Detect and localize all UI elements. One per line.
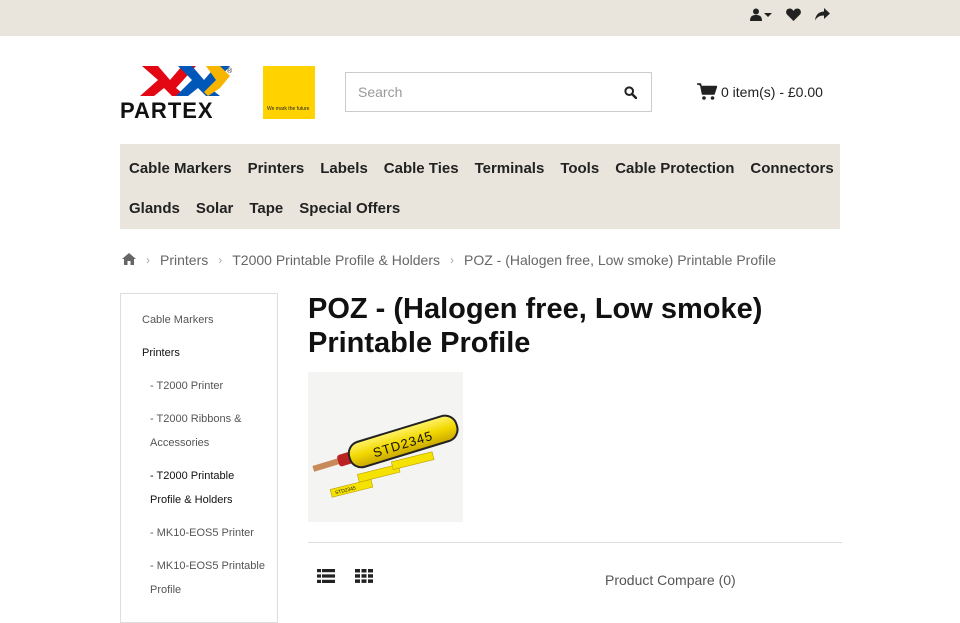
menu-item-printers[interactable]: Printers [248, 160, 305, 177]
sidebar-item-printers[interactable]: Printers [142, 341, 267, 365]
wishlist-link[interactable] [786, 8, 801, 21]
main-menu: Cable Markers Printers Labels Cable Ties… [120, 144, 840, 229]
list-icon [317, 569, 335, 583]
menu-item-tape[interactable]: Tape [249, 200, 283, 217]
menu-item-tools[interactable]: Tools [560, 160, 599, 177]
sidebar-item-cable-markers[interactable]: Cable Markers [142, 308, 267, 332]
menu-item-connectors[interactable]: Connectors [750, 160, 833, 177]
divider [308, 542, 842, 543]
grid-view-button[interactable] [354, 566, 374, 586]
shopping-cart-icon [697, 83, 717, 100]
chevron-right-icon: › [450, 253, 455, 267]
home-icon [122, 253, 136, 265]
account-dropdown[interactable] [750, 8, 772, 21]
breadcrumb-current[interactable]: POZ - (Halogen free, Low smoke) Printabl… [464, 252, 776, 268]
product-image-illustration: STD2345 STD2345 [312, 414, 459, 498]
tagline-text: We mark the future [267, 106, 310, 112]
heart-icon [786, 8, 801, 21]
home-link[interactable] [122, 252, 136, 268]
chevron-right-icon: › [218, 253, 223, 267]
menu-item-cable-protection[interactable]: Cable Protection [615, 160, 734, 177]
share-link[interactable] [815, 8, 830, 21]
sidebar-item-t2000-printer[interactable]: - T2000 Printer [142, 374, 267, 398]
menu-item-special-offers[interactable]: Special Offers [299, 200, 400, 217]
partex-logo-mark: ® PARTEX [120, 66, 233, 123]
logo-registered-mark: ® [227, 67, 233, 75]
sidebar-item-mk10-printer[interactable]: - MK10-EOS5 Printer [142, 521, 267, 545]
chevron-right-icon: › [146, 253, 150, 267]
grid-icon [355, 569, 373, 583]
search-bar [345, 72, 652, 112]
logo-brand-text: PARTEX [120, 98, 214, 120]
search-input[interactable] [346, 73, 609, 111]
caret-down-icon [764, 12, 772, 17]
breadcrumb-t2000-profile[interactable]: T2000 Printable Profile & Holders [232, 252, 440, 268]
menu-item-labels[interactable]: Labels [320, 160, 368, 177]
top-bar [0, 0, 960, 36]
partex-logo[interactable]: ® PARTEX [120, 66, 250, 123]
menu-item-cable-ties[interactable]: Cable Ties [384, 160, 459, 177]
share-icon [815, 8, 830, 21]
product-image-text-small: STD2345 [335, 485, 357, 496]
product-image[interactable]: STD2345 STD2345 [308, 372, 463, 522]
user-icon [750, 8, 762, 21]
list-view-button[interactable] [316, 566, 336, 586]
sidebar-item-mk10-profile[interactable]: - MK10-EOS5 Printable Profile [142, 554, 267, 602]
search-icon [623, 85, 637, 99]
menu-item-solar[interactable]: Solar [196, 200, 234, 217]
category-sidebar: Cable Markers Printers - T2000 Printer -… [120, 293, 278, 623]
tagline-logo: We mark the future [263, 66, 315, 119]
menu-row-1: Cable Markers Printers Labels Cable Ties… [120, 148, 840, 188]
menu-item-terminals[interactable]: Terminals [475, 160, 545, 177]
view-toggle [316, 566, 374, 586]
menu-item-glands[interactable]: Glands [129, 200, 180, 217]
menu-row-2: Glands Solar Tape Special Offers [120, 188, 840, 228]
breadcrumb: › Printers › T2000 Printable Profile & H… [122, 252, 776, 268]
cart-total-label: 0 item(s) - £0.00 [721, 84, 823, 100]
sidebar-item-t2000-ribbons[interactable]: - T2000 Ribbons & Accessories [142, 407, 267, 455]
page-title: POZ - (Halogen free, Low smoke) Printabl… [308, 293, 763, 359]
sidebar-item-t2000-profile[interactable]: - T2000 Printable Profile & Holders [142, 464, 267, 512]
top-bar-icons [750, 8, 830, 21]
menu-item-cable-markers[interactable]: Cable Markers [129, 160, 232, 177]
product-compare-link[interactable]: Product Compare (0) [605, 572, 736, 588]
search-button[interactable] [609, 73, 651, 111]
cart-button[interactable]: 0 item(s) - £0.00 [697, 83, 823, 101]
breadcrumb-printers[interactable]: Printers [160, 252, 208, 268]
